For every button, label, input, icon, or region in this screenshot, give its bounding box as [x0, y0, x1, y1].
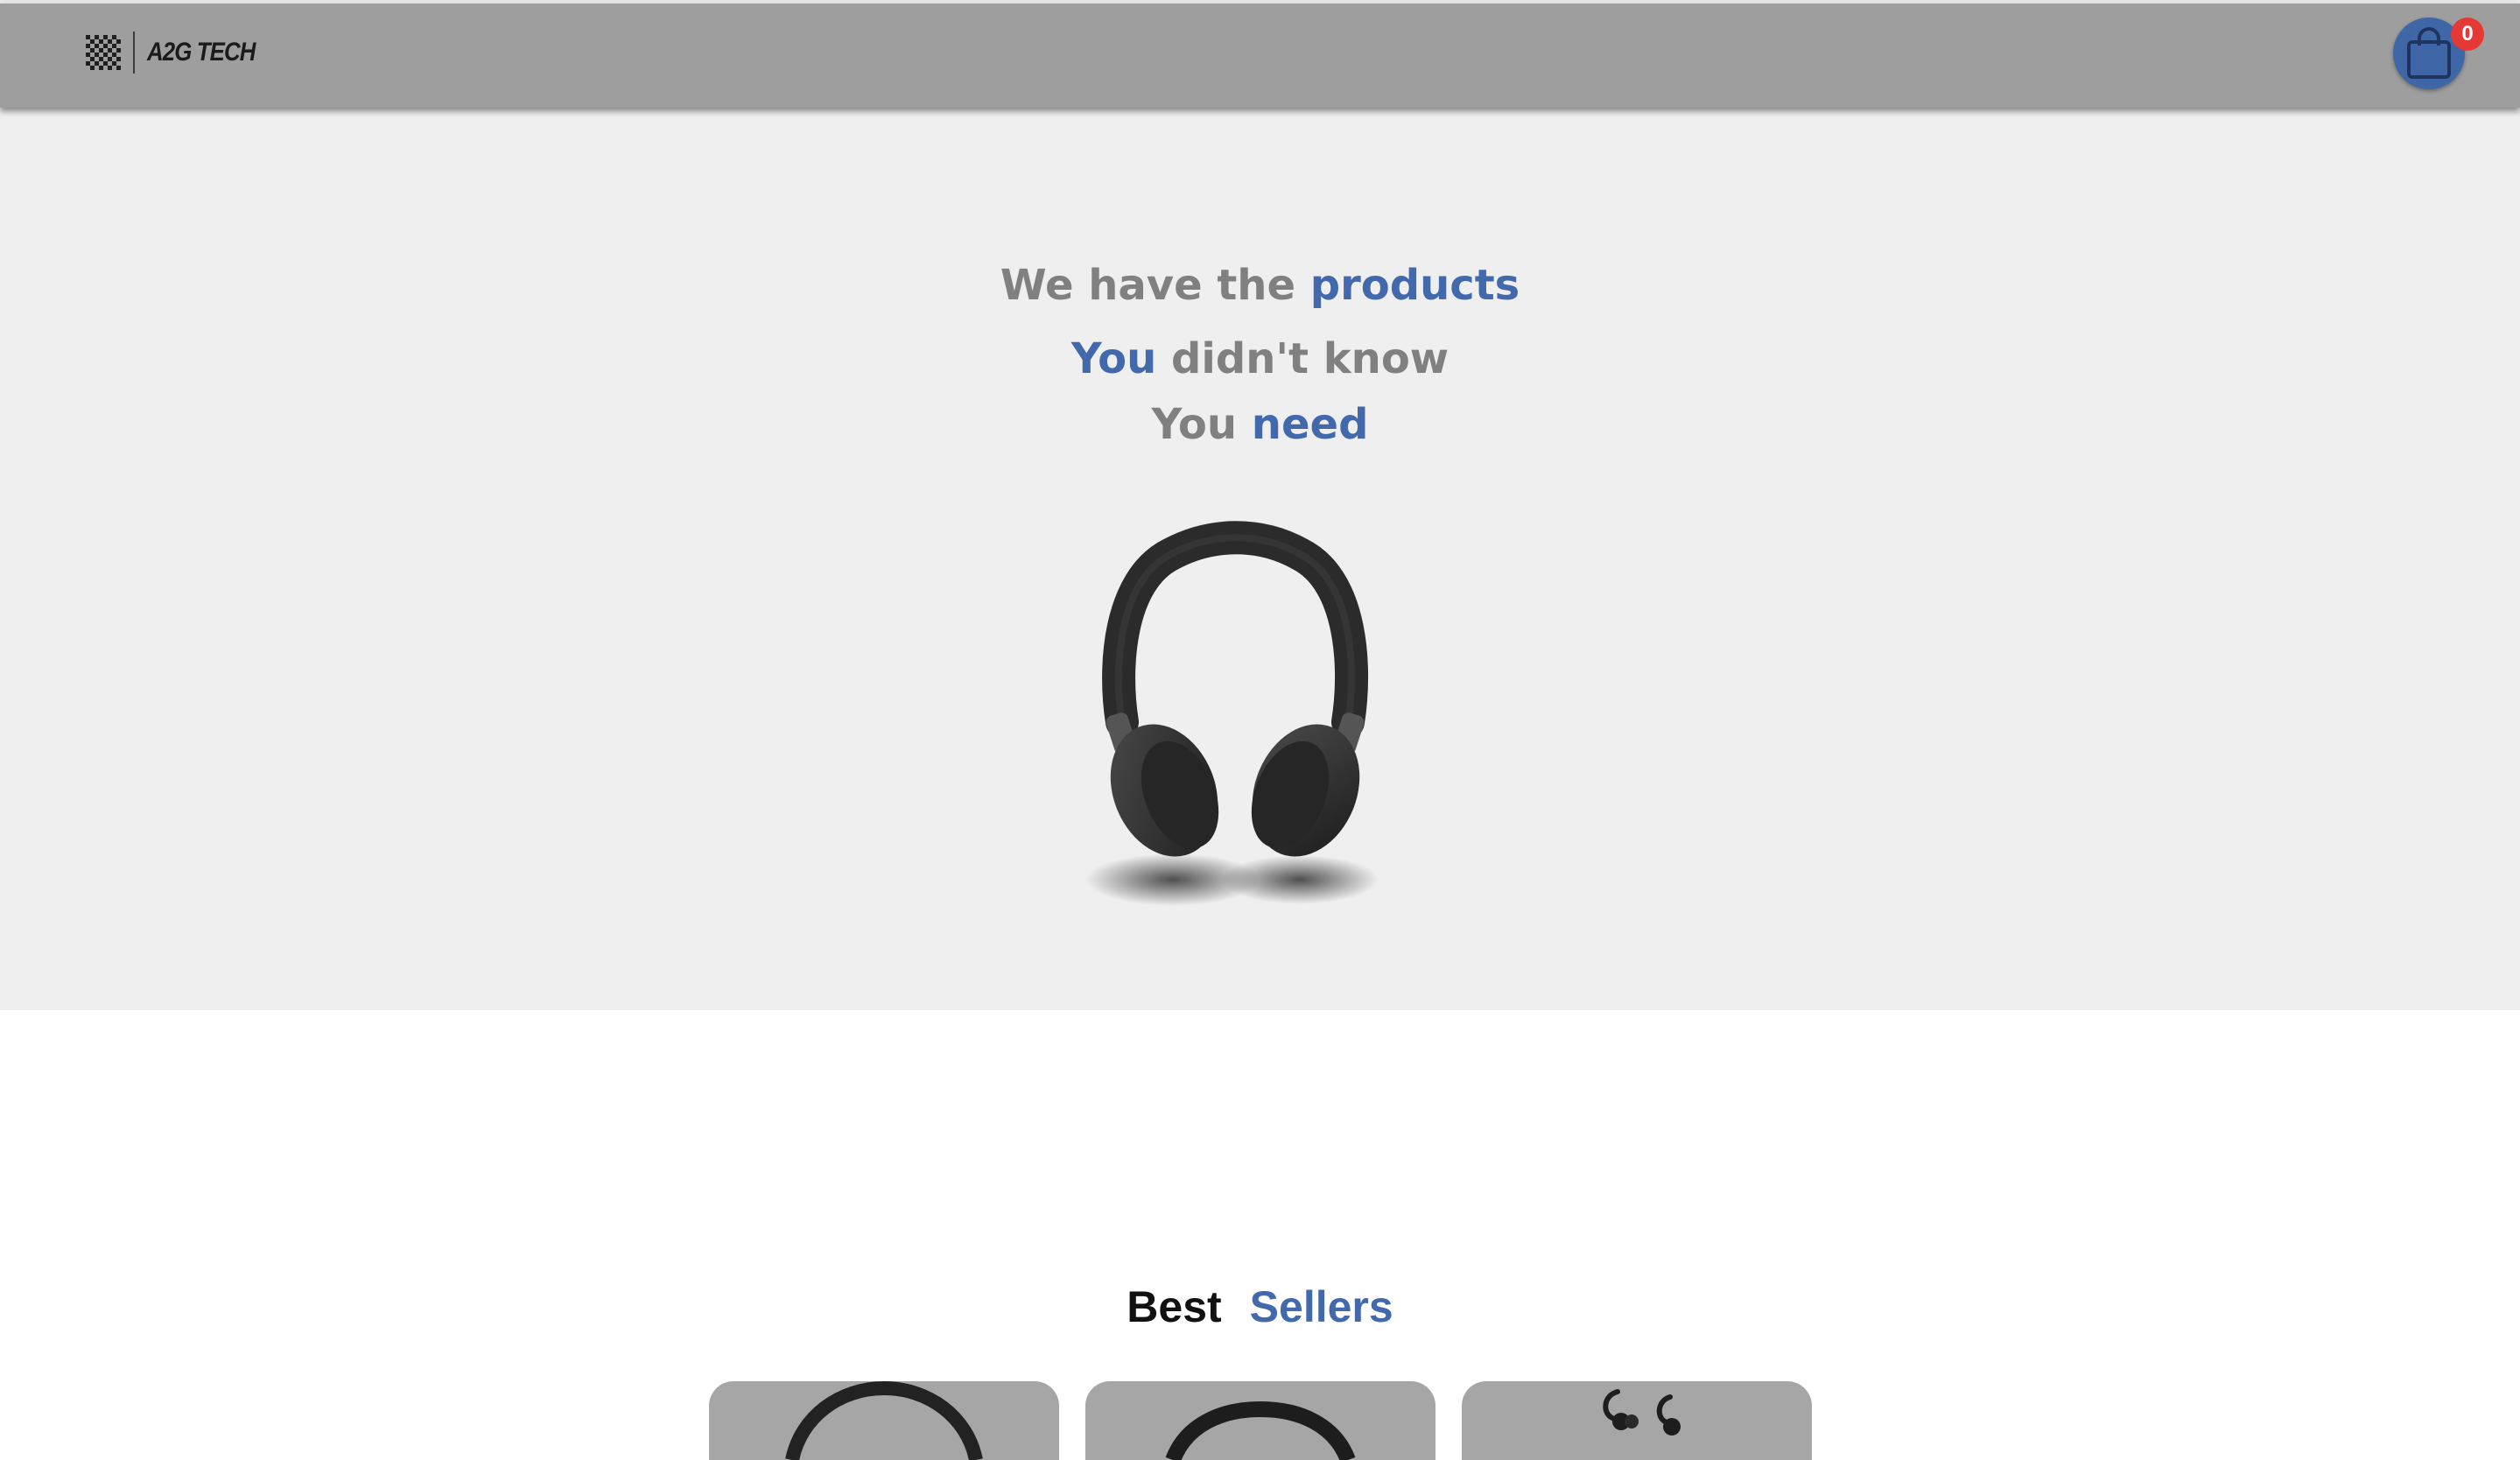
navbar: A2G TECH 0	[0, 4, 2520, 108]
hero-line3-accent: need	[1251, 400, 1369, 449]
hero-line1-accent: products	[1309, 261, 1520, 310]
hero-tagline-line-3: You need	[0, 400, 2520, 449]
headphones-image	[1165, 1400, 1356, 1460]
product-card[interactable]	[709, 1381, 1059, 1460]
over-ear-headphones-image	[785, 1381, 983, 1460]
hero-section: We have the products You didn't know You…	[0, 108, 2520, 1010]
brand-divider	[133, 32, 135, 74]
hero-line1-text: We have the	[1000, 261, 1310, 310]
checkered-grid-logo-icon	[86, 35, 121, 70]
cart-button[interactable]: 0	[2393, 18, 2484, 91]
hero-line3-text: You	[1151, 400, 1252, 449]
product-card[interactable]	[1085, 1381, 1435, 1460]
brand-link[interactable]: A2G TECH	[84, 30, 273, 75]
headphones-image	[1085, 521, 1379, 906]
product-card[interactable]	[1462, 1381, 1812, 1460]
heading-word-best: Best	[1127, 1281, 1222, 1331]
wireless-earbuds-image	[1603, 1389, 1681, 1435]
hero-line2-text: didn't know	[1156, 334, 1450, 383]
hero-tagline-line-1: We have the products	[0, 261, 2520, 310]
cart-count-badge: 0	[2451, 18, 2484, 51]
hero-tagline-line-2: You didn't know	[0, 334, 2520, 383]
hero-line2-accent: You	[1070, 334, 1157, 383]
brand-name: A2G TECH	[147, 38, 256, 67]
shopping-bag-icon	[2407, 27, 2451, 79]
best-sellers-heading: Best Sellers	[0, 1281, 2520, 1332]
heading-word-sellers: Sellers	[1249, 1281, 1393, 1331]
